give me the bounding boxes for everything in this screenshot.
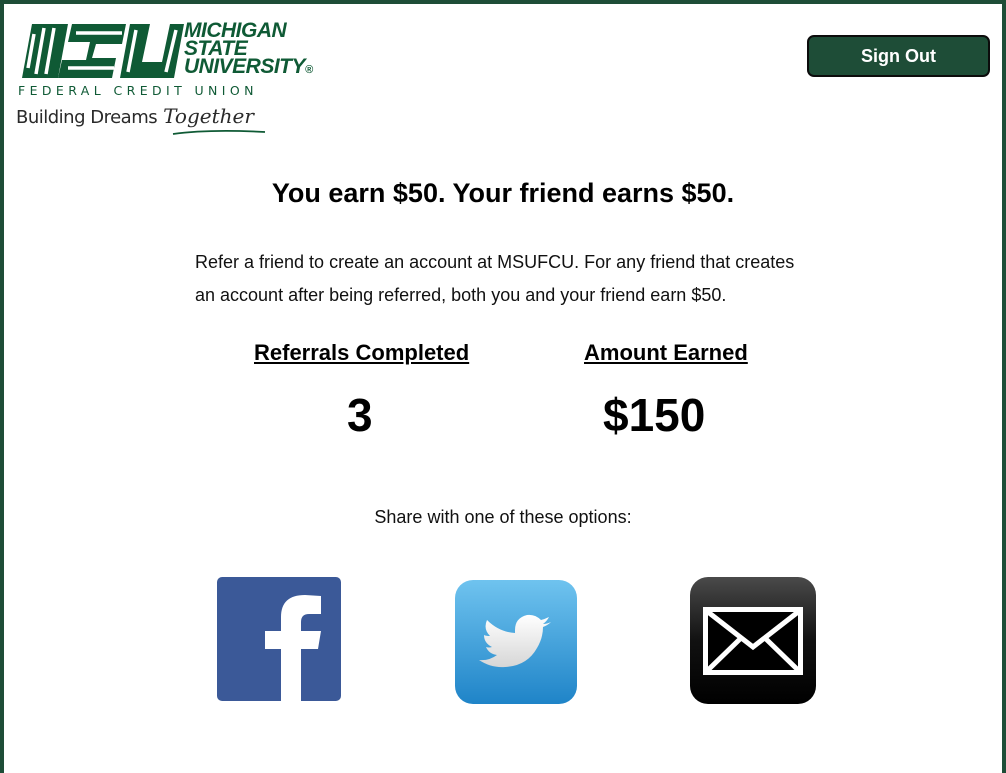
logo-tagline: Building Dreams Together (16, 104, 254, 128)
tagline-swoosh (172, 129, 266, 135)
amount-earned-label: Amount Earned (584, 340, 748, 365)
tagline-main: Building Dreams (16, 107, 158, 128)
referrals-completed-label: Referrals Completed (254, 340, 470, 365)
description-line-1: Refer a friend to create an account at M… (195, 252, 795, 272)
share-prompt: Share with one of these options: (374, 507, 632, 527)
sign-out-button[interactable]: Sign Out (807, 35, 990, 77)
amount-earned-value: $150 (603, 389, 706, 441)
msufcu-logo[interactable]: MICHIGAN STATE UNIVERSITY® FEDERAL CREDI… (14, 20, 313, 135)
logo-wordmark: MICHIGAN STATE UNIVERSITY® (184, 20, 313, 79)
logo-subtitle: FEDERAL CREDIT UNION (18, 83, 258, 98)
share-twitter-button[interactable] (455, 580, 577, 709)
referral-description: Refer a friend to create an account at M… (195, 246, 855, 312)
share-email-button[interactable] (690, 577, 816, 709)
tagline-script: Together (163, 104, 254, 128)
description-line-2: an account after being referred, both yo… (195, 285, 727, 305)
registered-mark: ® (305, 64, 313, 76)
envelope-icon (690, 577, 816, 704)
share-facebook-button[interactable] (217, 577, 341, 706)
twitter-icon (455, 580, 577, 704)
msu-logo-mark (22, 24, 184, 78)
page-headline: You earn $50. Your friend earns $50. (271, 178, 735, 208)
logo-word-university: UNIVERSITY (184, 55, 306, 78)
facebook-icon (217, 577, 341, 701)
referrals-completed-value: 3 (347, 389, 373, 441)
